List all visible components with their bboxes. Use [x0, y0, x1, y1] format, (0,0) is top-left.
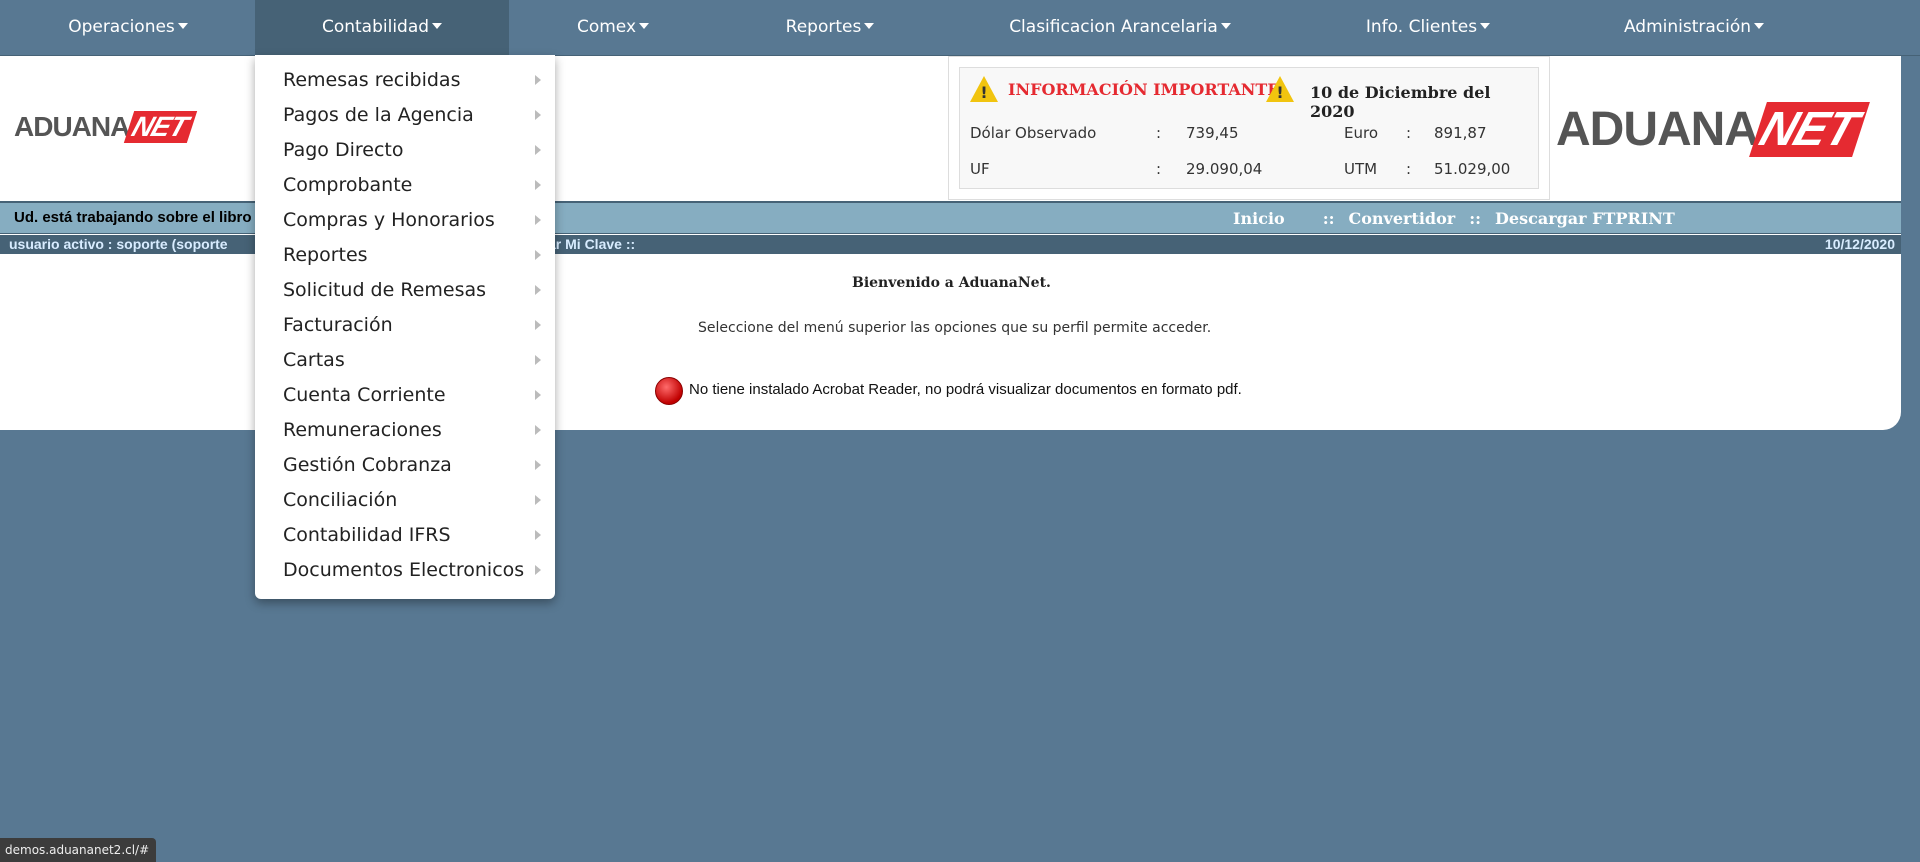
caret-down-icon: [432, 23, 443, 29]
error-dot-icon: [655, 377, 683, 405]
nav-administracion[interactable]: Administración: [1614, 0, 1774, 55]
caret-down-icon: [1754, 23, 1765, 29]
nav-clasificacion-arancelaria[interactable]: Clasificacion Arancelaria: [1000, 0, 1240, 55]
nav-operaciones[interactable]: Operaciones: [40, 0, 216, 55]
caret-down-icon: [1220, 23, 1231, 29]
menu-item-documentos-electronicos[interactable]: Documentos Electronicos: [255, 553, 555, 588]
chevron-right-icon: [535, 530, 541, 540]
menu-item-contabilidad-ifrs[interactable]: Contabilidad IFRS: [255, 518, 555, 553]
chevron-right-icon: [535, 425, 541, 435]
nav-reportes[interactable]: Reportes: [760, 0, 900, 55]
info-date: 10 de Diciembre del 2020: [1310, 83, 1491, 121]
menu-item-cartas[interactable]: Cartas: [255, 343, 555, 378]
status-url: demos.aduananet2.cl/#: [5, 843, 150, 857]
chevron-right-icon: [535, 110, 541, 120]
menu-item-remuneraciones[interactable]: Remuneraciones: [255, 413, 555, 448]
warning-mark: !: [1276, 83, 1284, 102]
aduananet-logo-left: ADUANANET: [14, 111, 198, 143]
chevron-right-icon: [535, 215, 541, 225]
menu-item-compras-honorarios[interactable]: Compras y Honorarios: [255, 203, 555, 238]
chevron-right-icon: [535, 460, 541, 470]
indicator-label-euro: Euro: [1344, 124, 1378, 142]
warning-mark: !: [980, 83, 988, 102]
nav-label: Contabilidad: [321, 17, 430, 37]
indicator-separator: :: [1406, 160, 1412, 178]
indicator-separator: :: [1156, 124, 1162, 142]
aduananet-logo-right: ADUANANET: [1556, 102, 1870, 157]
menu-instruction: Seleccione del menú superior las opcione…: [698, 320, 1212, 336]
nav-label: Clasificacion Arancelaria: [1009, 17, 1218, 37]
work-context-text: Ud. está trabajando sobre el libro: [14, 209, 252, 226]
indicator-separator: :: [1406, 124, 1412, 142]
contabilidad-dropdown-menu: Remesas recibidas Pagos de la Agencia Pa…: [255, 55, 555, 599]
top-navbar: Operaciones Contabilidad Comex Reportes …: [0, 0, 1920, 56]
chevron-right-icon: [535, 320, 541, 330]
indicator-value-euro: 891,87: [1434, 124, 1487, 142]
menu-item-conciliacion[interactable]: Conciliación: [255, 483, 555, 518]
menu-item-gestion-cobranza[interactable]: Gestión Cobranza: [255, 448, 555, 483]
nav-info-clientes[interactable]: Info. Clientes: [1350, 0, 1506, 55]
nav-comex[interactable]: Comex: [548, 0, 678, 55]
chevron-right-icon: [535, 390, 541, 400]
important-info-inner: ! INFORMACIÓN IMPORTANTE ! 10 de Diciemb…: [959, 67, 1539, 189]
indicator-label-utm: UTM: [1344, 160, 1378, 178]
chevron-right-icon: [535, 285, 541, 295]
menu-item-reportes[interactable]: Reportes: [255, 238, 555, 273]
nav-label: Administración: [1623, 17, 1752, 37]
link-inicio[interactable]: Inicio: [1233, 209, 1285, 228]
menu-item-pago-directo[interactable]: Pago Directo: [255, 133, 555, 168]
nav-label: Comex: [576, 17, 637, 37]
indicator-label-uf: UF: [970, 160, 990, 178]
link-convertidor[interactable]: Convertidor: [1349, 209, 1456, 228]
active-user-text: usuario activo : soporte (soporte: [9, 236, 228, 252]
indicator-value-utm: 51.029,00: [1434, 160, 1511, 178]
indicator-value-uf: 29.090,04: [1186, 160, 1263, 178]
caret-down-icon: [177, 23, 188, 29]
nav-label: Operaciones: [68, 17, 175, 37]
welcome-message: Bienvenido a AduanaNet.: [852, 275, 1051, 291]
indicator-label-dolar: Dólar Observado: [970, 124, 1097, 142]
chevron-right-icon: [535, 145, 541, 155]
chevron-right-icon: [535, 180, 541, 190]
menu-item-facturacion[interactable]: Facturación: [255, 308, 555, 343]
important-info-box: ! INFORMACIÓN IMPORTANTE ! 10 de Diciemb…: [948, 56, 1550, 200]
menu-item-solicitud-remesas[interactable]: Solicitud de Remesas: [255, 273, 555, 308]
caret-down-icon: [1480, 23, 1491, 29]
browser-status-bar: demos.aduananet2.cl/#: [0, 838, 157, 862]
link-separator: ::: [1469, 209, 1482, 228]
acrobat-warning: No tiene instalado Acrobat Reader, no po…: [689, 381, 1242, 398]
link-descargar-ftprint[interactable]: Descargar FTPRINT: [1495, 209, 1675, 228]
chevron-right-icon: [535, 495, 541, 505]
menu-item-cuenta-corriente[interactable]: Cuenta Corriente: [255, 378, 555, 413]
quick-links: Inicio:: Convertidor:: Descargar FTPRINT: [1233, 209, 1675, 228]
menu-item-pagos-agencia[interactable]: Pagos de la Agencia: [255, 98, 555, 133]
indicator-separator: :: [1156, 160, 1162, 178]
link-separator: ::: [1322, 209, 1335, 228]
chevron-right-icon: [535, 355, 541, 365]
caret-down-icon: [639, 23, 650, 29]
chevron-right-icon: [535, 75, 541, 85]
menu-item-comprobante[interactable]: Comprobante: [255, 168, 555, 203]
change-password-link[interactable]: ar Mi Clave ::: [548, 236, 635, 252]
info-title: INFORMACIÓN IMPORTANTE: [1008, 80, 1280, 99]
nav-contabilidad[interactable]: Contabilidad: [255, 0, 509, 55]
chevron-right-icon: [535, 250, 541, 260]
user-bar-date: 10/12/2020: [1824, 236, 1895, 252]
chevron-right-icon: [535, 565, 541, 575]
nav-label: Reportes: [785, 17, 862, 37]
indicator-value-dolar: 739,45: [1186, 124, 1239, 142]
nav-label: Info. Clientes: [1365, 17, 1478, 37]
caret-down-icon: [864, 23, 875, 29]
menu-item-remesas-recibidas[interactable]: Remesas recibidas: [255, 63, 555, 98]
